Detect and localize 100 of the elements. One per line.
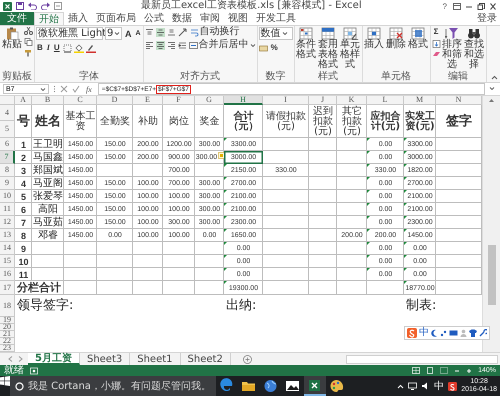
restore-icon[interactable] bbox=[477, 2, 485, 10]
row-number[interactable]: 11 bbox=[0, 203, 15, 216]
row-number[interactable]: 17 bbox=[0, 281, 15, 295]
brush-icon[interactable] bbox=[24, 49, 33, 57]
autosum-button[interactable]: Σ bbox=[432, 27, 441, 37]
sheet-tab[interactable]: 5月工资 bbox=[28, 353, 80, 365]
row-number[interactable]: 7 bbox=[0, 151, 15, 164]
merge-center-button[interactable]: 合并后居中 bbox=[188, 40, 256, 50]
ime-toolbar[interactable]: 中 bbox=[404, 326, 490, 340]
zoom-out-icon[interactable] bbox=[454, 368, 460, 374]
column-header[interactable]: E bbox=[133, 96, 163, 105]
sogou-tray-icon[interactable] bbox=[448, 382, 458, 390]
page-layout-icon[interactable] bbox=[426, 367, 434, 374]
row-number[interactable]: 18 bbox=[0, 295, 15, 317]
page-break-icon[interactable] bbox=[440, 367, 448, 374]
column-header[interactable]: D bbox=[97, 96, 133, 105]
column-header[interactable]: I bbox=[263, 96, 309, 105]
row-number[interactable]: 5 bbox=[0, 121, 15, 138]
align-left-icon[interactable] bbox=[144, 40, 154, 50]
insert-function-button[interactable]: fx bbox=[84, 84, 94, 94]
align-middle-icon[interactable] bbox=[156, 28, 165, 36]
ribbon-button[interactable]: 套用表格格式 bbox=[318, 27, 339, 70]
wrap-text-button[interactable]: 自动换行 bbox=[190, 27, 240, 37]
align-right-icon[interactable] bbox=[166, 40, 176, 50]
ribbon-button[interactable]: 删除 bbox=[386, 27, 407, 50]
ribbon-button[interactable]: 格式 bbox=[408, 27, 429, 50]
row-number[interactable]: 6 bbox=[0, 138, 15, 151]
ribbon-tab[interactable]: 审阅 bbox=[196, 12, 224, 25]
row-number[interactable]: 10 bbox=[0, 190, 15, 203]
row-number[interactable]: 21 bbox=[0, 331, 15, 338]
percent-button[interactable]: % bbox=[270, 43, 279, 53]
show-hidden-icon[interactable] bbox=[397, 384, 404, 388]
ribbon-button[interactable]: 粘贴 bbox=[1, 27, 23, 50]
underline-button[interactable]: U bbox=[52, 43, 61, 53]
ribbon-button[interactable]: 查找和选择 bbox=[464, 27, 485, 70]
number-format-field[interactable]: 数值 bbox=[258, 27, 293, 40]
paste-options-icon[interactable] bbox=[218, 152, 225, 159]
punctuation-icon[interactable] bbox=[440, 329, 447, 337]
network-icon[interactable] bbox=[408, 382, 418, 390]
row-number[interactable]: 4 bbox=[0, 105, 15, 121]
sign-in-link[interactable]: 登录 bbox=[477, 12, 500, 25]
row-number[interactable]: 22 bbox=[0, 338, 15, 345]
row-number[interactable]: 12 bbox=[0, 216, 15, 229]
align-bottom-icon[interactable] bbox=[166, 28, 176, 36]
ribbon-tab[interactable]: 公式 bbox=[140, 12, 168, 25]
macro-record-icon[interactable] bbox=[30, 366, 38, 374]
save-icon[interactable] bbox=[16, 2, 24, 10]
search-box[interactable]: 我是 Cortana，小娜。有问题尽管问我。 bbox=[10, 376, 216, 396]
input-mode-label[interactable]: 中 bbox=[419, 327, 429, 339]
column-header[interactable]: K bbox=[337, 96, 367, 105]
row-number[interactable]: 20 bbox=[0, 324, 15, 331]
column-header[interactable]: G bbox=[195, 96, 224, 105]
row-number[interactable]: 19 bbox=[0, 317, 15, 324]
scroll-thumb[interactable] bbox=[488, 245, 496, 305]
align-top-icon[interactable] bbox=[144, 28, 154, 36]
vertical-scrollbar[interactable] bbox=[482, 96, 500, 352]
keyboard-icon[interactable] bbox=[449, 329, 458, 337]
row-number[interactable]: 9 bbox=[0, 177, 15, 190]
horizontal-scrollbar[interactable] bbox=[346, 354, 498, 364]
column-header[interactable]: C bbox=[64, 96, 97, 105]
next-sheet-icon[interactable] bbox=[18, 356, 23, 362]
cancel-icon[interactable] bbox=[60, 85, 68, 93]
undo-icon[interactable] bbox=[28, 2, 37, 10]
collapse-ribbon-icon[interactable] bbox=[491, 75, 498, 80]
help-button[interactable]: ? bbox=[440, 2, 449, 10]
enter-icon[interactable] bbox=[72, 85, 80, 93]
column-header[interactable]: B bbox=[32, 96, 64, 105]
column-header[interactable]: A bbox=[15, 96, 32, 105]
column-header[interactable]: L bbox=[367, 96, 404, 105]
row-number[interactable]: 16 bbox=[0, 268, 15, 281]
close-icon[interactable] bbox=[489, 2, 497, 10]
ribbon-tab[interactable]: 文件 bbox=[0, 12, 34, 25]
normal-view-icon[interactable] bbox=[412, 367, 420, 374]
column-header[interactable]: M bbox=[404, 96, 436, 105]
column-header[interactable]: N bbox=[436, 96, 482, 105]
customize-icon[interactable] bbox=[54, 2, 62, 10]
ribbon-tab[interactable]: 开始 bbox=[34, 12, 64, 25]
column-header[interactable]: H bbox=[224, 96, 263, 105]
font-color-icon[interactable] bbox=[86, 44, 96, 52]
ribbon-button[interactable]: 条件格式 bbox=[296, 27, 317, 60]
ribbon-tab[interactable]: 插入 bbox=[64, 12, 92, 25]
taskbar-app[interactable] bbox=[304, 376, 326, 396]
zoom-in-icon[interactable] bbox=[466, 368, 472, 374]
wrench-icon[interactable] bbox=[479, 329, 487, 337]
eraser-icon[interactable] bbox=[432, 51, 441, 58]
border-icon[interactable] bbox=[62, 44, 72, 52]
moon-icon[interactable] bbox=[431, 329, 438, 337]
grow-font-button[interactable]: A bbox=[124, 28, 132, 38]
fill-down-icon[interactable] bbox=[432, 40, 441, 48]
ribbon-button[interactable]: 单元格样式 bbox=[340, 27, 361, 70]
ribbon-button[interactable]: 排序和筛选 bbox=[442, 27, 463, 70]
font-size-field[interactable]: 9 bbox=[105, 27, 122, 40]
bold-button[interactable]: B bbox=[36, 43, 44, 53]
ribbon-tab[interactable]: 页面布局 bbox=[92, 12, 140, 25]
scroll-up-icon[interactable] bbox=[488, 98, 495, 103]
ribbon-button[interactable]: 插入 bbox=[364, 27, 385, 50]
row-number[interactable]: 14 bbox=[0, 242, 15, 255]
ribbon-tab[interactable]: 视图 bbox=[224, 12, 252, 25]
ribbon-tab[interactable]: 开发工具 bbox=[252, 12, 300, 25]
currency-icon[interactable] bbox=[258, 44, 268, 52]
